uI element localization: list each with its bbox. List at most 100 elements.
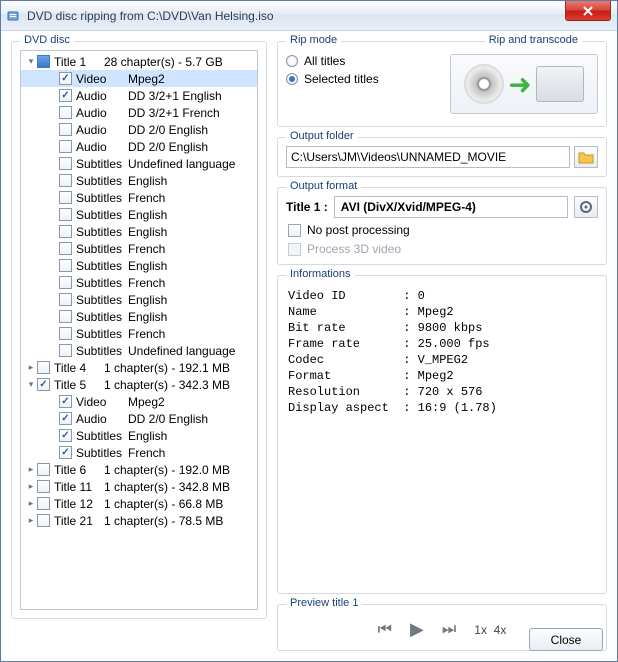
tree-row[interactable]: SubtitlesFrench [21, 325, 257, 342]
checkbox-icon[interactable] [59, 191, 72, 204]
tree-row[interactable]: ▸ Title 61 chapter(s) - 192.0 MB [21, 461, 257, 478]
checkbox-icon[interactable] [59, 157, 72, 170]
expand-icon[interactable]: ▸ [25, 498, 37, 509]
titlebar[interactable]: DVD disc ripping from C:\DVD\Van Helsing… [1, 1, 617, 31]
row-desc: 1 chapter(s) - 342.8 MB [104, 480, 230, 494]
row-name: Subtitles [76, 429, 128, 443]
checkbox-icon[interactable] [37, 480, 50, 493]
checkbox-icon[interactable] [37, 497, 50, 510]
format-value: AVI (DivX/Xvid/MPEG-4) [341, 200, 476, 214]
rip-transcode-button[interactable]: ➜ [450, 54, 598, 114]
tree-row[interactable]: AudioDD 2/0 English [21, 121, 257, 138]
tree-row[interactable]: VideoMpeg2 [21, 70, 257, 87]
checkbox-icon[interactable] [59, 225, 72, 238]
tree-row[interactable]: SubtitlesEnglish [21, 427, 257, 444]
checkbox-icon [288, 224, 301, 237]
preview-speed[interactable]: 1x 4x [474, 623, 506, 637]
output-folder-input[interactable] [286, 146, 570, 168]
preview-prev-button[interactable]: ⏮ [378, 621, 392, 639]
checkbox-icon[interactable] [37, 55, 50, 68]
tree-row[interactable]: AudioDD 3/2+1 French [21, 104, 257, 121]
preview-play-button[interactable]: ▶ [410, 619, 424, 640]
output-folder-group: Output folder [277, 137, 607, 177]
expand-icon[interactable]: ▸ [25, 481, 37, 492]
row-name: Subtitles [76, 242, 128, 256]
checkbox-icon[interactable] [59, 72, 72, 85]
tree-row[interactable]: VideoMpeg2 [21, 393, 257, 410]
tree-row[interactable]: SubtitlesFrench [21, 189, 257, 206]
tree-row[interactable]: SubtitlesFrench [21, 240, 257, 257]
checkbox-icon[interactable] [59, 429, 72, 442]
checkbox-icon[interactable] [59, 395, 72, 408]
row-name: Title 5 [54, 378, 104, 392]
tree-row[interactable]: SubtitlesEnglish [21, 291, 257, 308]
tree-row[interactable]: ▾Title 128 chapter(s) - 5.7 GB [21, 53, 257, 70]
checkbox-icon[interactable] [37, 361, 50, 374]
row-name: Title 6 [54, 463, 104, 477]
expand-icon[interactable]: ▸ [25, 464, 37, 475]
tree-row[interactable]: ▸ Title 111 chapter(s) - 342.8 MB [21, 478, 257, 495]
output-folder-title: Output folder [286, 130, 358, 142]
row-desc: English [128, 225, 167, 239]
expand-icon[interactable]: ▸ [25, 515, 37, 526]
tree-row[interactable]: SubtitlesFrench [21, 444, 257, 461]
title-tree[interactable]: ▾Title 128 chapter(s) - 5.7 GBVideoMpeg2… [20, 50, 258, 610]
format-settings-button[interactable] [574, 196, 598, 218]
left-pane: DVD disc ▾Title 128 chapter(s) - 5.7 GBV… [11, 41, 267, 651]
checkbox-icon[interactable] [59, 106, 72, 119]
checkbox-icon[interactable] [59, 259, 72, 272]
tree-row[interactable]: ▸Title 41 chapter(s) - 192.1 MB [21, 359, 257, 376]
row-desc: Undefined language [128, 157, 235, 171]
tree-row[interactable]: SubtitlesEnglish [21, 172, 257, 189]
checkbox-icon[interactable] [37, 514, 50, 527]
tree-row[interactable]: AudioDD 2/0 English [21, 410, 257, 427]
checkbox-icon[interactable] [59, 293, 72, 306]
checkbox-icon[interactable] [59, 310, 72, 323]
tree-row[interactable]: SubtitlesEnglish [21, 223, 257, 240]
tree-row[interactable]: SubtitlesUndefined language [21, 155, 257, 172]
expand-icon[interactable]: ▸ [25, 362, 37, 373]
checkbox-icon[interactable] [59, 208, 72, 221]
expand-icon[interactable]: ▾ [25, 379, 37, 390]
tree-row[interactable]: SubtitlesUndefined language [21, 342, 257, 359]
tree-row[interactable]: AudioDD 2/0 English [21, 138, 257, 155]
row-name: Video [76, 395, 128, 409]
tree-row[interactable]: ▸Title 121 chapter(s) - 66.8 MB [21, 495, 257, 512]
format-combobox[interactable]: AVI (DivX/Xvid/MPEG-4) [334, 196, 568, 218]
checkbox-icon[interactable] [59, 123, 72, 136]
expand-icon[interactable]: ▾ [25, 56, 37, 67]
preview-next-button[interactable]: ⏭ [442, 621, 456, 639]
no-post-processing-checkbox[interactable]: No post processing [288, 223, 598, 237]
checkbox-icon[interactable] [59, 276, 72, 289]
tree-row[interactable]: SubtitlesEnglish [21, 308, 257, 325]
tree-row[interactable]: SubtitlesEnglish [21, 206, 257, 223]
tree-row[interactable]: SubtitlesFrench [21, 274, 257, 291]
row-desc: DD 2/0 English [128, 412, 208, 426]
checkbox-icon[interactable] [37, 463, 50, 476]
informations-title: Informations [286, 268, 355, 280]
row-name: Audio [76, 140, 128, 154]
window-close-button[interactable] [565, 1, 611, 21]
checkbox-icon[interactable] [59, 89, 72, 102]
tree-row[interactable]: AudioDD 3/2+1 English [21, 87, 257, 104]
checkbox-icon[interactable] [59, 344, 72, 357]
checkbox-icon[interactable] [59, 140, 72, 153]
checkbox-icon[interactable] [37, 378, 50, 391]
checkbox-icon[interactable] [59, 174, 72, 187]
row-name: Audio [76, 412, 128, 426]
output-format-group: Output format Title 1 : AVI (DivX/Xvid/M… [277, 187, 607, 265]
tree-row[interactable]: ▸Title 211 chapter(s) - 78.5 MB [21, 512, 257, 529]
checkbox-icon[interactable] [59, 446, 72, 459]
row-desc: 1 chapter(s) - 192.0 MB [104, 463, 230, 477]
row-name: Title 11 [54, 480, 104, 494]
tree-row[interactable]: SubtitlesEnglish [21, 257, 257, 274]
window-title: DVD disc ripping from C:\DVD\Van Helsing… [27, 9, 613, 23]
browse-folder-button[interactable] [574, 146, 598, 168]
tree-row[interactable]: ▾Title 51 chapter(s) - 342.3 MB [21, 376, 257, 393]
checkbox-icon[interactable] [59, 242, 72, 255]
row-name: Subtitles [76, 174, 128, 188]
checkbox-icon[interactable] [59, 327, 72, 340]
radio-icon [286, 55, 298, 67]
checkbox-icon[interactable] [59, 412, 72, 425]
close-button[interactable]: Close [529, 628, 603, 651]
